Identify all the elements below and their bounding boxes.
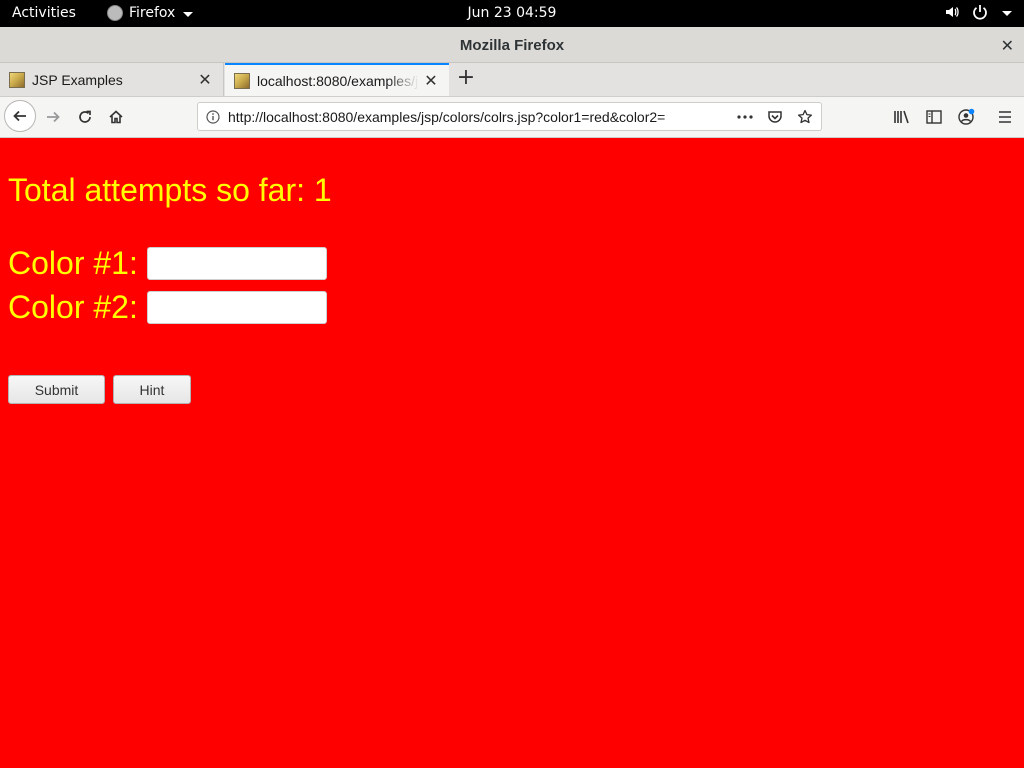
url-text[interactable]: http://localhost:8080/examples/jsp/color… — [228, 109, 706, 125]
tab-jsp-examples[interactable]: JSP Examples ✕ — [0, 63, 224, 96]
home-button[interactable] — [101, 101, 131, 133]
window-title-bar: Mozilla Firefox ✕ — [0, 27, 1024, 63]
window-close-button[interactable]: ✕ — [1001, 36, 1014, 55]
tomcat-favicon-icon — [9, 71, 25, 88]
submit-button[interactable]: Submit — [8, 375, 105, 404]
home-icon — [109, 110, 123, 124]
attempts-counter: Total attempts so far: 1 — [8, 172, 332, 208]
library-icon[interactable] — [886, 101, 918, 133]
close-tab-icon[interactable]: ✕ — [419, 71, 443, 91]
back-arrow-icon — [13, 110, 26, 122]
address-bar[interactable]: http://localhost:8080/examples/jsp/color… — [197, 102, 822, 131]
forward-arrow-icon — [47, 111, 60, 123]
app-menu[interactable]: Firefox — [107, 5, 194, 21]
reload-icon — [79, 110, 91, 123]
app-menu-label: Firefox — [129, 5, 176, 21]
window-title: Mozilla Firefox — [459, 37, 565, 54]
hint-button[interactable]: Hint — [113, 375, 191, 404]
power-icon — [972, 4, 988, 20]
firefox-logo-icon — [107, 5, 123, 21]
chevron-down-icon — [1002, 10, 1012, 16]
page-actions-icon[interactable] — [735, 107, 755, 127]
account-icon[interactable] — [950, 101, 982, 133]
hamburger-menu-icon[interactable] — [989, 101, 1021, 133]
color1-row: Color #1: — [8, 245, 327, 282]
pocket-icon[interactable] — [765, 107, 785, 127]
page-content: Total attempts so far: 1 Color #1: Color… — [0, 138, 1024, 768]
volume-icon — [944, 4, 960, 20]
tab-strip: JSP Examples ✕ localhost:8080/examples/j… — [0, 63, 1024, 97]
back-button[interactable] — [4, 100, 36, 132]
bookmark-star-icon[interactable] — [795, 107, 815, 127]
color1-label: Color #1: — [8, 245, 138, 281]
color2-label: Color #2: — [8, 289, 138, 325]
color1-input[interactable] — [146, 247, 327, 280]
system-top-bar: Activities Firefox Jun 23 04:59 — [0, 0, 1024, 27]
reload-button[interactable] — [70, 101, 100, 133]
site-info-icon[interactable] — [198, 109, 228, 124]
navigation-toolbar: http://localhost:8080/examples/jsp/color… — [0, 97, 1024, 138]
activities-button[interactable]: Activities — [12, 5, 76, 21]
chevron-down-icon — [183, 11, 194, 17]
color2-row: Color #2: — [8, 289, 327, 326]
tab-localhost[interactable]: localhost:8080/examples/jsp/colors/colrs… — [225, 63, 449, 96]
system-menu[interactable] — [944, 4, 1012, 20]
color2-input[interactable] — [146, 291, 327, 324]
tab-label: JSP Examples — [32, 71, 123, 88]
forward-button[interactable] — [38, 101, 68, 133]
tab-label: localhost:8080/examples/jsp/colors/colrs… — [257, 72, 419, 89]
new-tab-button[interactable]: + — [455, 67, 477, 90]
sidebar-icon[interactable] — [918, 101, 950, 133]
close-tab-icon[interactable]: ✕ — [193, 70, 217, 90]
tomcat-favicon-icon — [234, 72, 250, 89]
